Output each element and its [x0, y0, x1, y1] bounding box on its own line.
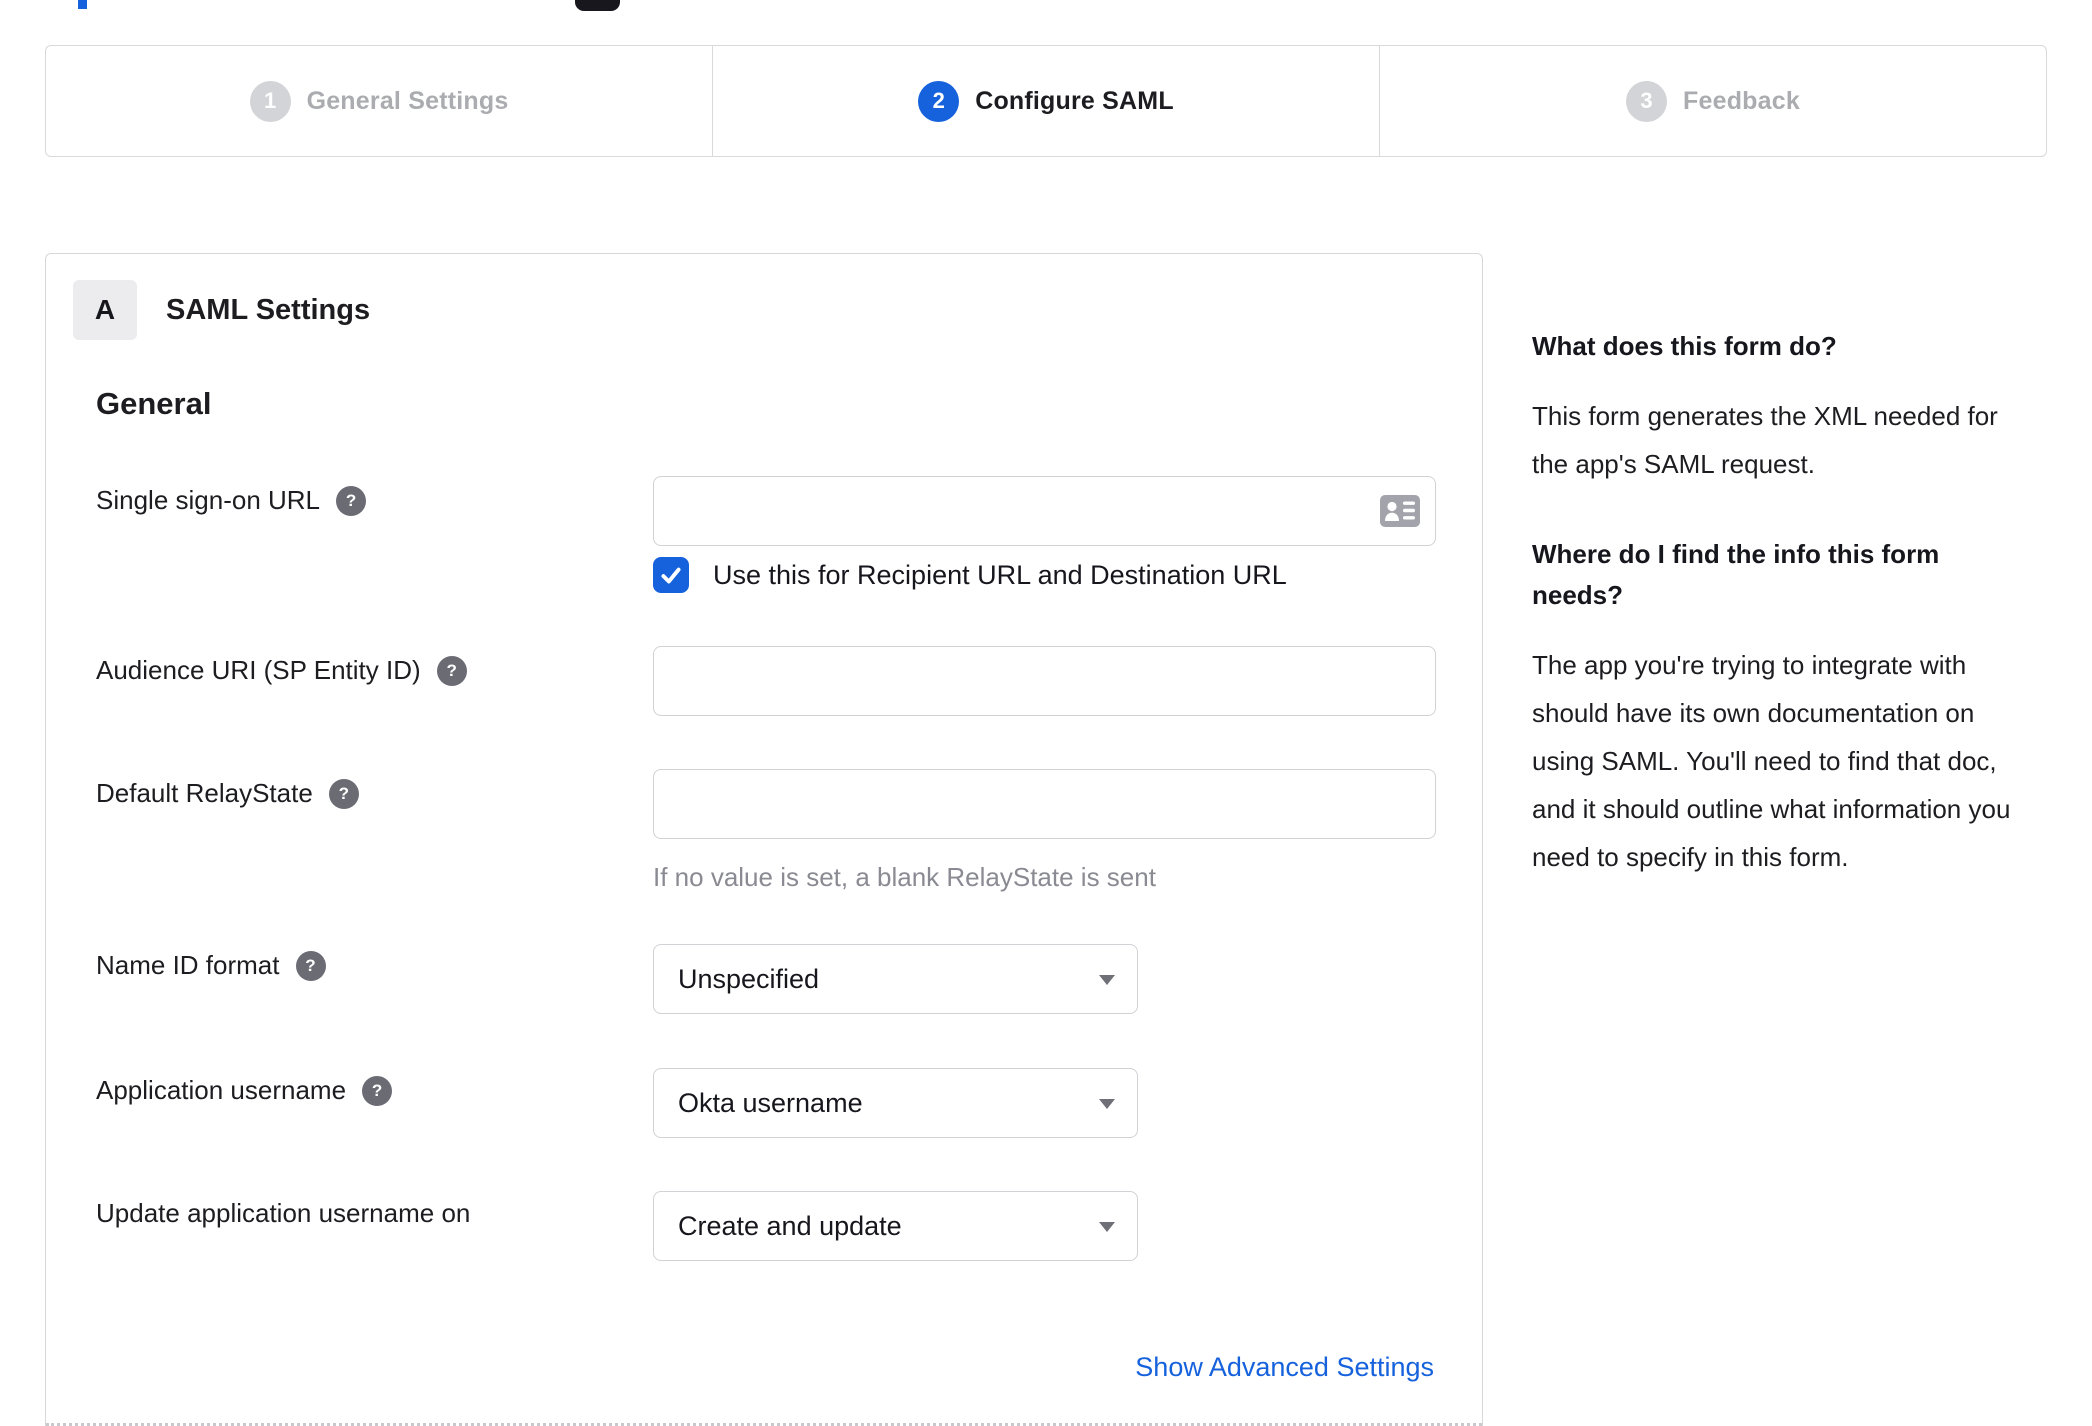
checkmark-icon — [661, 567, 681, 584]
sso-url-label-row: Single sign-on URL ? — [96, 485, 367, 516]
use-for-recipient-url-checkbox[interactable] — [653, 557, 689, 593]
help-icon[interactable]: ? — [295, 950, 326, 981]
step-number-badge: 2 — [918, 80, 960, 122]
update-application-username-label-row: Update application username on — [96, 1198, 470, 1229]
help-body-what: This form generates the XML needed for t… — [1532, 401, 1998, 480]
update-application-username-label: Update application username on — [96, 1198, 471, 1228]
cutoff-dark-header-fragment — [575, 0, 620, 11]
update-application-username-selected-value: Create and update — [678, 1210, 902, 1241]
application-username-label: Application username — [96, 1075, 347, 1105]
sso-url-label: Single sign-on URL — [96, 485, 321, 515]
wizard-stepper: 1 General Settings 2 Configure SAML 3 Fe… — [45, 45, 2047, 157]
step-feedback[interactable]: 3 Feedback — [1379, 45, 2047, 157]
show-advanced-settings-link[interactable]: Show Advanced Settings — [1135, 1352, 1434, 1383]
saml-settings-card: A SAML Settings General Single sign-on U… — [45, 253, 1483, 1426]
step-number-badge: 3 — [1626, 80, 1668, 122]
relay-state-helper-text: If no value is set, a blank RelayState i… — [653, 862, 1156, 892]
page: 1 General Settings 2 Configure SAML 3 Fe… — [0, 0, 2092, 1426]
recipient-url-checkbox-label: Use this for Recipient URL and Destinati… — [713, 559, 1287, 590]
name-id-format-label-row: Name ID format ? — [96, 950, 326, 981]
help-icon[interactable]: ? — [328, 778, 359, 809]
step-number-badge: 1 — [249, 80, 291, 122]
application-username-label-row: Application username ? — [96, 1075, 393, 1106]
name-id-format-label: Name ID format — [96, 950, 280, 980]
relay-state-label: Default RelayState — [96, 778, 313, 808]
step-label: Configure SAML — [975, 86, 1174, 115]
audience-uri-label-row: Audience URI (SP Entity ID) ? — [96, 655, 467, 686]
audience-uri-label: Audience URI (SP Entity ID) — [96, 655, 421, 685]
relay-state-label-row: Default RelayState ? — [96, 778, 359, 809]
caret-down-icon — [1099, 1099, 1115, 1109]
step-label: General Settings — [306, 86, 509, 115]
help-sidebar: What does this form do? This form genera… — [1532, 326, 2037, 927]
name-id-format-selected-value: Unspecified — [678, 963, 820, 994]
name-id-format-select[interactable]: Unspecified — [653, 944, 1138, 1014]
general-group-heading: General — [96, 386, 212, 421]
help-icon[interactable]: ? — [436, 655, 467, 686]
help-heading-where: Where do I find the info this form needs… — [1532, 539, 1940, 610]
step-general-settings[interactable]: 1 General Settings — [45, 45, 713, 157]
audience-uri-input[interactable] — [653, 646, 1436, 716]
caret-down-icon — [1099, 975, 1115, 985]
application-username-selected-value: Okta username — [678, 1087, 863, 1118]
relay-state-input[interactable] — [653, 769, 1436, 839]
step-configure-saml[interactable]: 2 Configure SAML — [712, 45, 1380, 157]
step-label: Feedback — [1683, 86, 1800, 115]
section-title: SAML Settings — [166, 294, 371, 326]
help-body-where: The app you're trying to integrate with … — [1532, 649, 2011, 872]
update-application-username-select[interactable]: Create and update — [653, 1191, 1138, 1261]
sso-url-input[interactable] — [653, 476, 1436, 546]
caret-down-icon — [1099, 1222, 1115, 1232]
sso-url-input-wrap — [653, 476, 1436, 546]
contact-card-icon[interactable] — [1380, 495, 1420, 527]
help-heading-what: What does this form do? — [1532, 331, 1837, 361]
recipient-url-checkbox-row: Use this for Recipient URL and Destinati… — [653, 557, 1287, 593]
help-icon[interactable]: ? — [336, 485, 367, 516]
help-icon[interactable]: ? — [362, 1075, 393, 1106]
cutoff-blue-tab-fragment — [78, 0, 87, 9]
section-a-badge: A — [73, 280, 137, 340]
application-username-select[interactable]: Okta username — [653, 1068, 1138, 1138]
